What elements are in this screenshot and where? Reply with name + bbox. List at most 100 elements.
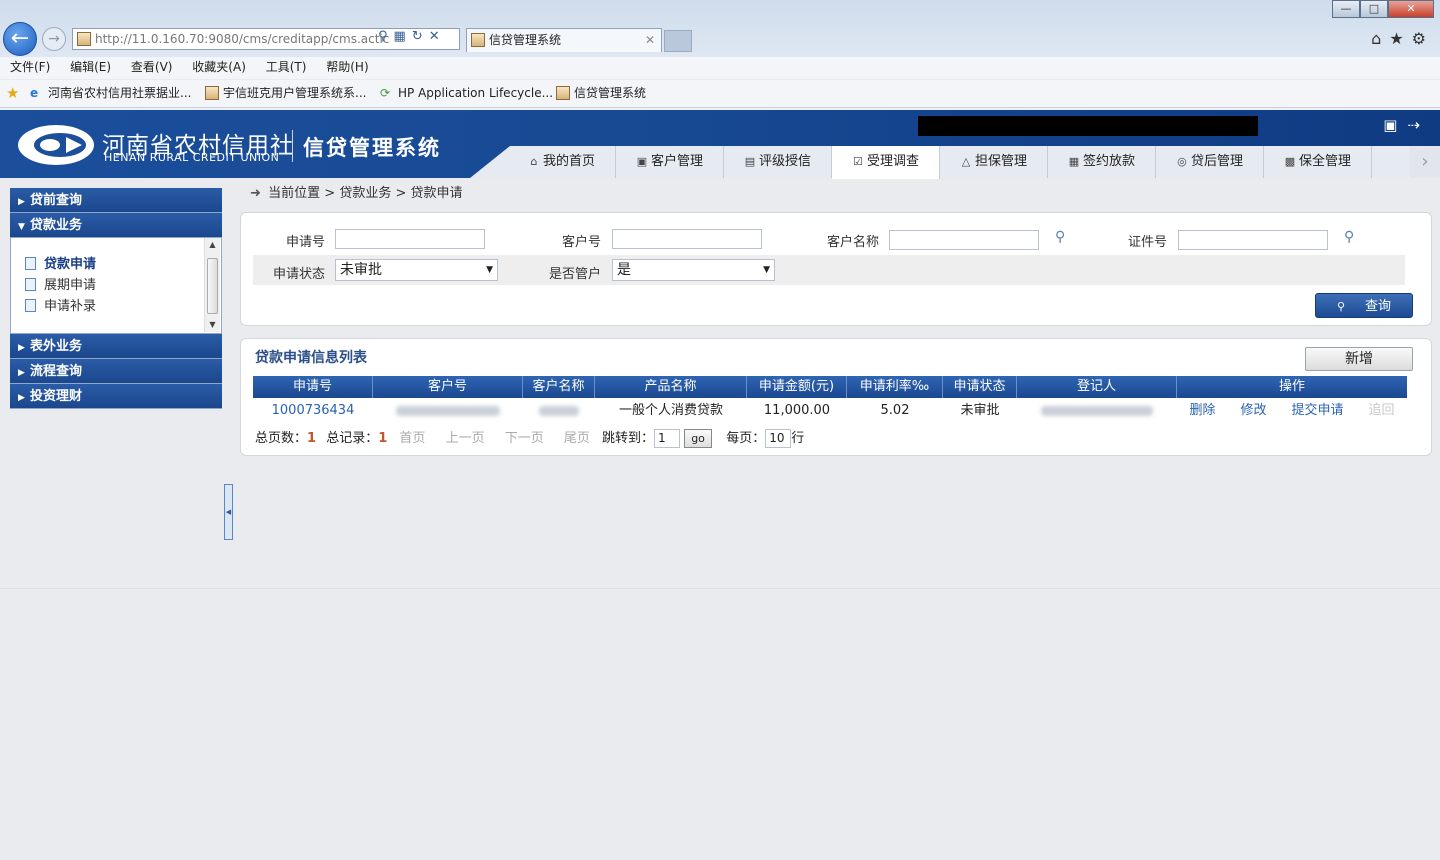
sidebar-item-loan-application[interactable]: 贷款申请 bbox=[11, 254, 221, 275]
status-select[interactable]: 未审批 ▼ bbox=[335, 259, 498, 281]
recall-link: 追回 bbox=[1368, 403, 1395, 418]
list-panel: 贷款申请信息列表 新增 申请号 客户号 客户名称 产品名称 申请金额(元) 申请… bbox=[240, 338, 1432, 456]
sidebar-group-loan-business[interactable]: ▼ 贷款业务 bbox=[10, 213, 222, 238]
search-panel: 申请号 客户号 客户名称 ⚲ 证件号 ⚲ 申请状态 未审批 ▼ 是否管户 是 ▼ ⚲… bbox=[240, 212, 1432, 326]
refresh-icon[interactable]: ↻ bbox=[412, 29, 423, 44]
col-cust-name[interactable]: 客户名称 bbox=[523, 376, 595, 398]
header-icons: ▣⇢ bbox=[1383, 116, 1430, 134]
col-amount[interactable]: 申请金额(元) bbox=[747, 376, 847, 398]
favorite-link-4[interactable]: 信贷管理系统 bbox=[556, 80, 646, 106]
settings-gear-icon[interactable]: ⚙ bbox=[1412, 29, 1434, 48]
scrollbar-thumb[interactable] bbox=[207, 258, 218, 314]
edit-link[interactable]: 修改 bbox=[1240, 400, 1266, 422]
cust-name-input[interactable] bbox=[889, 230, 1039, 250]
compat-view-icon[interactable]: ▦ bbox=[394, 29, 406, 44]
system-name: 信贷管理系统 bbox=[303, 136, 441, 160]
favorite-link-2[interactable]: 宇信班克用户管理系统系... bbox=[205, 80, 366, 106]
menu-help[interactable]: 帮助(H) bbox=[326, 57, 368, 77]
guarantee-icon: △ bbox=[961, 155, 971, 168]
document-icon bbox=[25, 257, 36, 270]
id-no-search-icon[interactable]: ⚲ bbox=[1344, 229, 1354, 245]
col-registrar[interactable]: 登记人 bbox=[1017, 376, 1177, 398]
go-button[interactable]: go bbox=[684, 429, 713, 448]
jump-page-input[interactable]: 1 bbox=[654, 429, 681, 448]
cust-name-search-icon[interactable]: ⚲ bbox=[1055, 229, 1065, 245]
col-rate[interactable]: 申请利率‰ bbox=[847, 376, 943, 398]
breadcrumb-level1[interactable]: 贷款业务 bbox=[339, 186, 391, 201]
browser-chrome: ← → http://11.0.160.70:9080/cms/creditap… bbox=[0, 0, 1440, 110]
menu-tools[interactable]: 工具(T) bbox=[266, 57, 307, 77]
tab-home[interactable]: ⌂ 我的首页 bbox=[508, 146, 616, 178]
forward-button[interactable]: → bbox=[42, 27, 66, 51]
new-tab-button[interactable] bbox=[664, 30, 692, 52]
tab-preservation[interactable]: ▩ 保全管理 bbox=[1264, 146, 1372, 178]
query-button[interactable]: ⚲ 查询 bbox=[1315, 293, 1413, 318]
maximize-button[interactable]: □ bbox=[1360, 0, 1388, 18]
scroll-down-icon[interactable]: ▼ bbox=[205, 318, 220, 332]
expand-arrow-icon: ▶ bbox=[18, 197, 25, 207]
favorite-link-3[interactable]: ⟳ HP Application Lifecycle... bbox=[380, 80, 553, 106]
status-label: 申请状态 bbox=[272, 267, 325, 282]
browser-tab[interactable]: 信贷管理系统 ✕ bbox=[466, 28, 662, 52]
desktop-icon[interactable]: ▣ bbox=[1383, 116, 1407, 134]
col-status[interactable]: 申请状态 bbox=[943, 376, 1017, 398]
tab-survey[interactable]: ☑ 受理调查 bbox=[832, 146, 940, 179]
menu-edit[interactable]: 编辑(E) bbox=[70, 57, 111, 77]
favorite-link-1[interactable]: e 河南省农村信用社票据业... bbox=[30, 80, 191, 106]
sidebar-group-investment[interactable]: ▶ 投资理财 bbox=[10, 384, 222, 409]
cell-actions: 删除 修改 提交申请 追回 bbox=[1177, 400, 1407, 422]
jump-label: 跳转到： bbox=[602, 431, 655, 446]
id-no-label: 证件号 bbox=[1127, 235, 1167, 250]
tab-rating[interactable]: ▤ 评级授信 bbox=[724, 146, 832, 178]
page-favicon-icon bbox=[77, 32, 91, 46]
pager: 总页数：1 总记录：1 首页 上一页 下一页 尾页 跳转到： 1 go 每页： 10 行 bbox=[255, 429, 804, 449]
logout-icon[interactable]: ⇢ bbox=[1407, 116, 1430, 134]
app-no-label: 申请号 bbox=[285, 235, 325, 250]
address-url: http://11.0.160.70:9080/cms/creditapp/cm… bbox=[95, 32, 390, 46]
menu-favorites[interactable]: 收藏夹(A) bbox=[192, 57, 246, 77]
sidebar-collapse-handle[interactable]: ◀ bbox=[224, 484, 233, 540]
stop-icon[interactable]: ✕ bbox=[429, 29, 440, 44]
tab-guarantee[interactable]: △ 担保管理 bbox=[940, 146, 1048, 178]
col-product[interactable]: 产品名称 bbox=[595, 376, 747, 398]
tab-customer[interactable]: ▣ 客户管理 bbox=[616, 146, 724, 178]
cell-app-no[interactable]: 1000736434 bbox=[253, 400, 373, 422]
id-no-input[interactable] bbox=[1178, 230, 1328, 250]
menu-file[interactable]: 文件(F) bbox=[10, 57, 50, 77]
submit-link[interactable]: 提交申请 bbox=[1291, 400, 1343, 422]
tab-post-loan[interactable]: ◎ 贷后管理 bbox=[1156, 146, 1264, 178]
close-window-button[interactable]: ✕ bbox=[1388, 0, 1434, 18]
breadcrumb-root: 当前位置 bbox=[268, 186, 321, 201]
favorites-star-icon[interactable]: ★ bbox=[1389, 29, 1411, 48]
scroll-up-icon[interactable]: ▲ bbox=[205, 238, 220, 252]
sidebar-item-extension-application[interactable]: 展期申请 bbox=[11, 275, 221, 296]
sidebar-group-process-query[interactable]: ▶ 流程查询 bbox=[10, 359, 222, 384]
cust-no-input[interactable] bbox=[612, 229, 762, 249]
app-no-input[interactable] bbox=[335, 229, 485, 249]
chevron-down-icon: ▼ bbox=[763, 265, 770, 275]
nav-scroll-right-icon[interactable]: › bbox=[1410, 146, 1440, 178]
col-cust-no[interactable]: 客户号 bbox=[373, 376, 523, 398]
manager-select[interactable]: 是 ▼ bbox=[612, 259, 775, 281]
favorites-star-icon[interactable]: ★ bbox=[6, 80, 19, 106]
search-icon[interactable]: ⚲ bbox=[378, 29, 388, 44]
menu-view[interactable]: 查看(V) bbox=[131, 57, 173, 77]
main-nav: ⌂ 我的首页 ▣ 客户管理 ▤ 评级授信 ☑ 受理调查 △ 担保管理 ▦ 签约放款 ◎ 贷后管… bbox=[470, 146, 1440, 179]
redacted-user-info bbox=[918, 116, 1258, 136]
minimize-button[interactable]: — bbox=[1332, 0, 1360, 18]
tab-close-icon[interactable]: ✕ bbox=[645, 29, 655, 51]
add-button[interactable]: 新增 bbox=[1305, 347, 1413, 371]
sidebar-group-pre-loan-query[interactable]: ▶ 贷前查询 bbox=[10, 188, 222, 213]
per-page-input[interactable]: 10 bbox=[765, 429, 792, 448]
col-app-no[interactable]: 申请号 bbox=[253, 376, 373, 398]
search-icon: ⚲ bbox=[1336, 300, 1346, 313]
tab-contract[interactable]: ▦ 签约放款 bbox=[1048, 146, 1156, 178]
delete-link[interactable]: 删除 bbox=[1189, 400, 1215, 422]
home-icon[interactable]: ⌂ bbox=[1371, 29, 1389, 48]
expand-arrow-icon: ▶ bbox=[18, 343, 25, 353]
back-button[interactable]: ← bbox=[3, 22, 37, 56]
sidebar-group-off-balance[interactable]: ▶ 表外业务 bbox=[10, 334, 222, 359]
cell-rate: 5.02 bbox=[880, 403, 910, 418]
sidebar-scrollbar[interactable]: ▲ ▼ bbox=[204, 238, 220, 332]
sidebar-item-supplementary-entry[interactable]: 申请补录 bbox=[11, 296, 221, 317]
